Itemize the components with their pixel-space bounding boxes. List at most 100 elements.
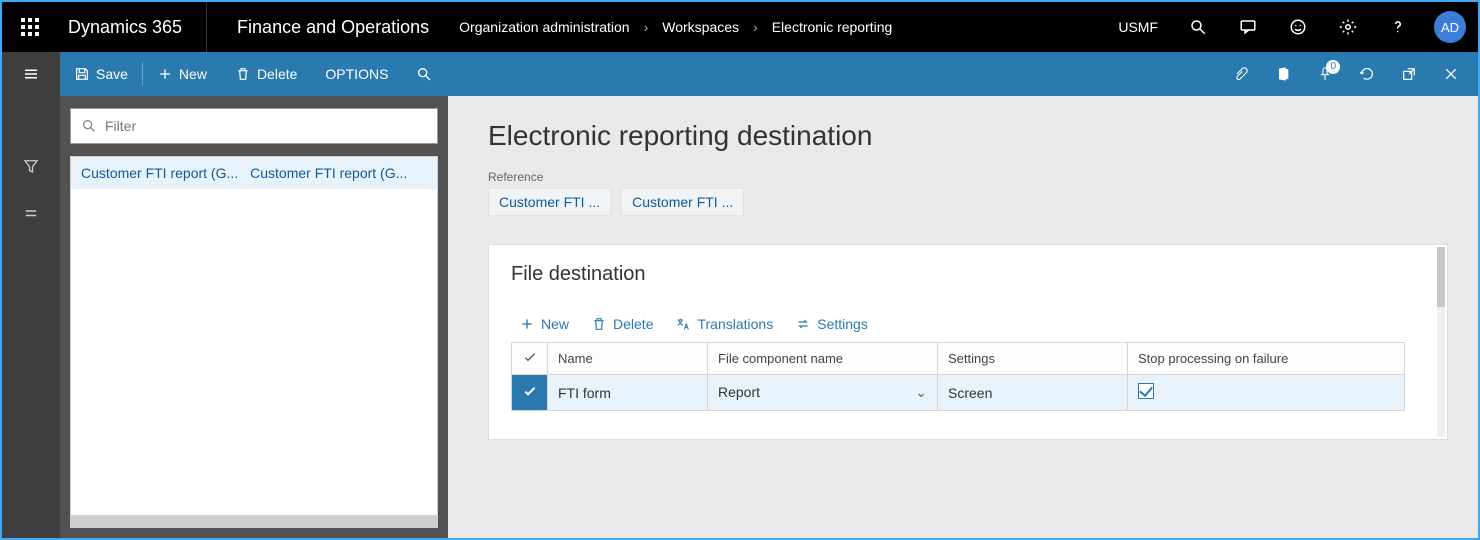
vertical-scrollbar[interactable] xyxy=(1437,247,1445,437)
notification-badge: 0 xyxy=(1326,60,1340,74)
filter-input[interactable] xyxy=(105,118,427,134)
rail-filter-button[interactable] xyxy=(2,142,60,190)
plus-icon xyxy=(157,66,173,82)
plus-icon xyxy=(519,316,535,332)
feedback-button[interactable] xyxy=(1278,2,1318,52)
file-destination-card: File destination New Delete Translations… xyxy=(488,244,1448,440)
search-button[interactable] xyxy=(1178,2,1218,52)
help-icon xyxy=(1389,18,1407,36)
list-item-col2: Customer FTI report (G... xyxy=(250,165,407,181)
column-header-stop[interactable]: Stop processing on failure xyxy=(1128,343,1405,375)
module-label[interactable]: Finance and Operations xyxy=(207,17,459,38)
card-settings-label: Settings xyxy=(817,316,868,332)
chevron-right-icon: › xyxy=(753,19,758,35)
delete-label: Delete xyxy=(257,66,297,82)
funnel-icon xyxy=(22,157,40,175)
save-label: Save xyxy=(96,66,128,82)
check-icon xyxy=(522,383,538,399)
main-pane: Electronic reporting destination Referen… xyxy=(448,96,1478,538)
action-bar: Save New Delete OPTIONS 0 xyxy=(2,52,1478,96)
refresh-icon xyxy=(1359,66,1375,82)
file-destination-grid: Name File component name Settings Stop p… xyxy=(511,342,1405,411)
user-avatar[interactable]: AD xyxy=(1434,11,1466,43)
close-button[interactable] xyxy=(1430,52,1472,96)
card-settings-button[interactable]: Settings xyxy=(795,316,868,332)
save-button[interactable]: Save xyxy=(60,52,142,96)
messages-button[interactable] xyxy=(1228,2,1268,52)
chat-icon xyxy=(1239,18,1257,36)
hamburger-icon xyxy=(22,65,40,83)
reference-pill[interactable]: Customer FTI ... xyxy=(488,188,611,216)
cell-component-value: Report xyxy=(718,384,760,400)
office-icon xyxy=(1275,66,1291,82)
list-item[interactable]: Customer FTI report (G... Customer FTI r… xyxy=(71,157,437,189)
options-label: OPTIONS xyxy=(325,66,388,82)
breadcrumb-item[interactable]: Workspaces xyxy=(662,19,739,35)
search-icon xyxy=(416,66,432,82)
list-pane: Customer FTI report (G... Customer FTI r… xyxy=(60,96,448,538)
filter-box[interactable] xyxy=(70,108,438,144)
translate-icon xyxy=(675,316,691,332)
card-translations-button[interactable]: Translations xyxy=(675,316,773,332)
search-icon xyxy=(81,118,97,134)
horizontal-scrollbar[interactable] xyxy=(70,516,438,528)
chevron-down-icon: ⌄ xyxy=(915,384,927,401)
card-delete-label: Delete xyxy=(613,316,653,332)
save-icon xyxy=(74,66,90,82)
chevron-right-icon: › xyxy=(644,19,649,35)
card-translations-label: Translations xyxy=(697,316,773,332)
reference-pill[interactable]: Customer FTI ... xyxy=(621,188,744,216)
breadcrumb-item[interactable]: Electronic reporting xyxy=(772,19,893,35)
close-icon xyxy=(1443,66,1459,82)
settings-button[interactable] xyxy=(1328,2,1368,52)
reference-label: Reference xyxy=(488,170,1448,184)
card-new-label: New xyxy=(541,316,569,332)
list-item-col1: Customer FTI report (G... xyxy=(81,165,238,181)
brand-label[interactable]: Dynamics 365 xyxy=(58,2,207,52)
help-button[interactable] xyxy=(1378,2,1418,52)
notifications-button[interactable]: 0 xyxy=(1304,52,1346,96)
record-list: Customer FTI report (G... Customer FTI r… xyxy=(70,156,438,516)
office-button[interactable] xyxy=(1262,52,1304,96)
nav-expand-button[interactable] xyxy=(2,52,60,96)
column-header-component[interactable]: File component name xyxy=(708,343,938,375)
card-commands: New Delete Translations Settings xyxy=(511,316,1425,332)
legal-entity[interactable]: USMF xyxy=(1108,19,1168,35)
check-icon xyxy=(522,349,538,365)
smiley-icon xyxy=(1289,18,1307,36)
table-row[interactable]: FTI form Report ⌄ Screen xyxy=(512,375,1405,411)
stop-on-failure-checkbox[interactable] xyxy=(1138,383,1154,399)
search-icon xyxy=(1189,18,1207,36)
rail-related-button[interactable] xyxy=(2,190,60,238)
gear-icon xyxy=(1339,18,1357,36)
left-rail xyxy=(2,96,60,538)
card-delete-button[interactable]: Delete xyxy=(591,316,653,332)
trash-icon xyxy=(235,66,251,82)
refresh-button[interactable] xyxy=(1346,52,1388,96)
attach-button[interactable] xyxy=(1220,52,1262,96)
popout-button[interactable] xyxy=(1388,52,1430,96)
column-select[interactable] xyxy=(512,343,548,375)
cell-component[interactable]: Report ⌄ xyxy=(708,375,938,411)
column-header-name[interactable]: Name xyxy=(548,343,708,375)
swap-icon xyxy=(795,316,811,332)
cell-settings[interactable]: Screen xyxy=(938,375,1128,411)
topbar-right: USMF AD xyxy=(1108,2,1478,52)
action-search-button[interactable] xyxy=(402,52,446,96)
reference-pills: Customer FTI ... Customer FTI ... xyxy=(488,188,1448,216)
cell-name[interactable]: FTI form xyxy=(548,375,708,411)
app-launcher-button[interactable] xyxy=(2,2,58,52)
card-new-button[interactable]: New xyxy=(519,316,569,332)
trash-icon xyxy=(591,316,607,332)
breadcrumb-item[interactable]: Organization administration xyxy=(459,19,629,35)
top-navbar: Dynamics 365 Finance and Operations Orga… xyxy=(2,2,1478,52)
workspace-body: Customer FTI report (G... Customer FTI r… xyxy=(2,96,1478,538)
popout-icon xyxy=(1401,66,1417,82)
row-selector[interactable] xyxy=(512,375,548,411)
cell-stop[interactable] xyxy=(1128,375,1405,411)
delete-button[interactable]: Delete xyxy=(221,52,311,96)
new-button[interactable]: New xyxy=(143,52,221,96)
card-title: File destination xyxy=(511,263,1425,286)
column-header-settings[interactable]: Settings xyxy=(938,343,1128,375)
options-button[interactable]: OPTIONS xyxy=(311,52,402,96)
